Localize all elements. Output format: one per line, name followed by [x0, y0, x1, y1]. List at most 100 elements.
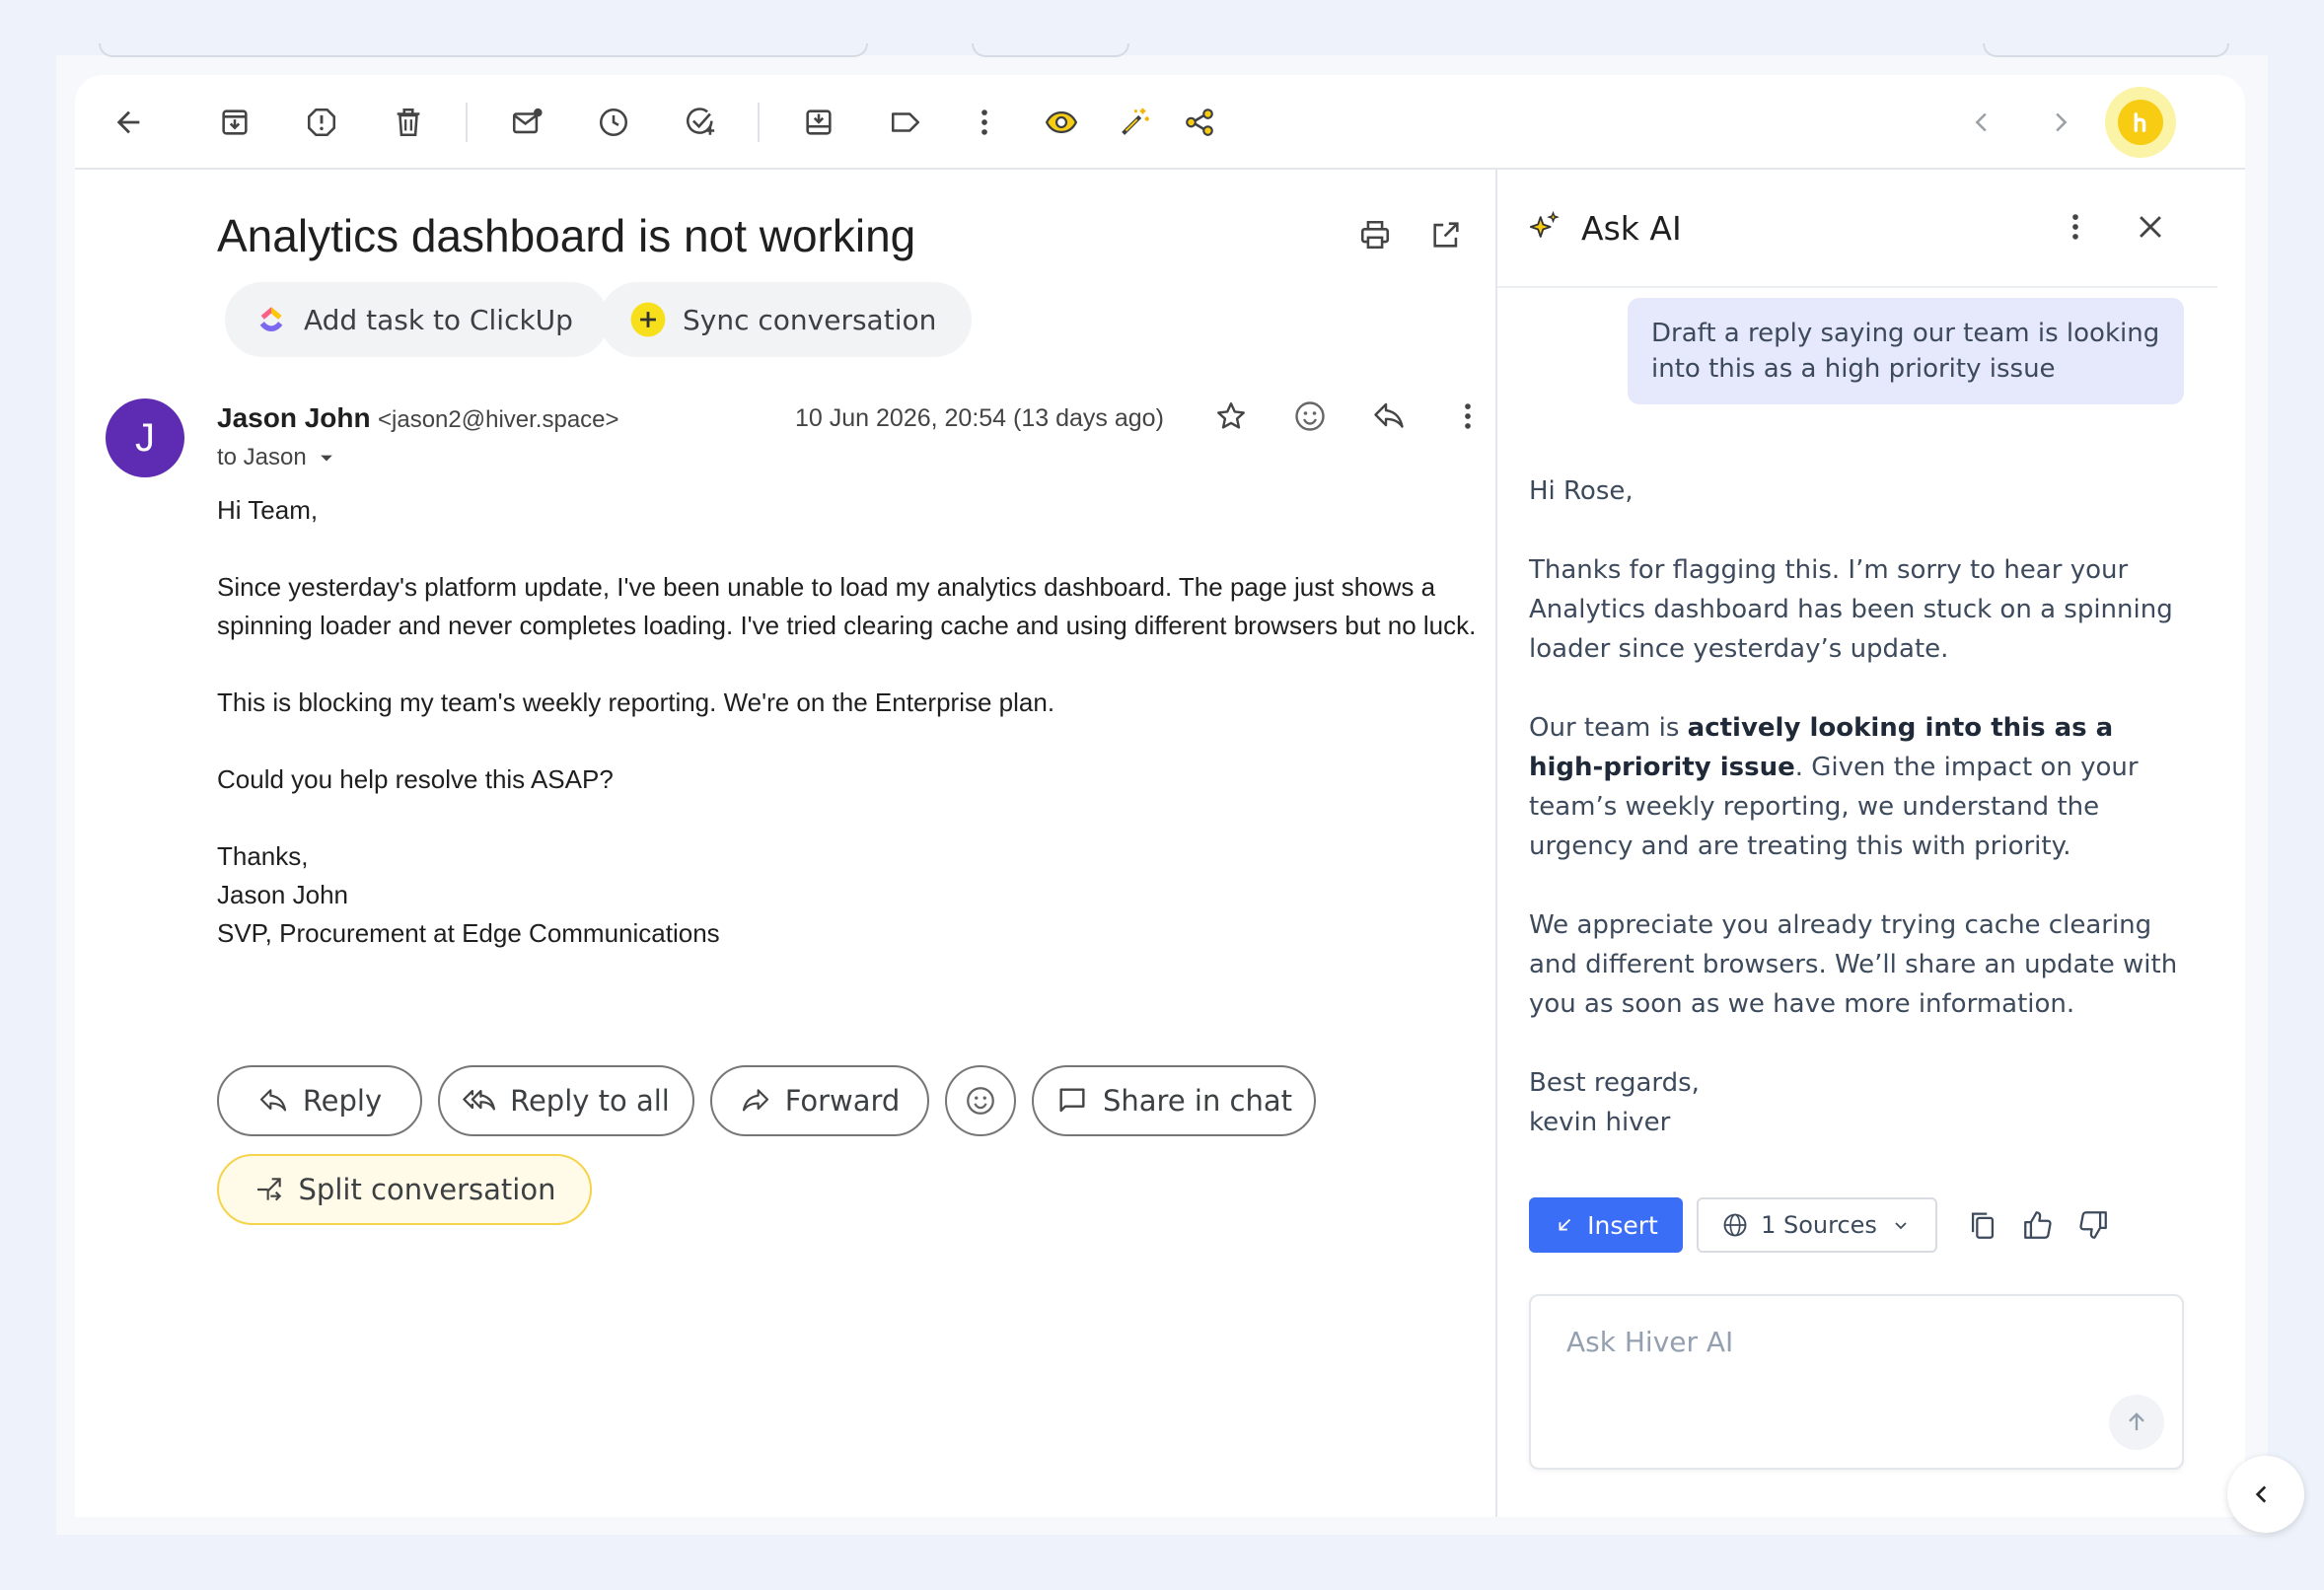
send-button[interactable]: [2109, 1395, 2164, 1450]
print-icon[interactable]: [1351, 211, 1399, 258]
ask-ai-input[interactable]: Ask Hiver AI: [1529, 1294, 2184, 1470]
sources-dropdown[interactable]: 1 Sources: [1697, 1197, 1937, 1253]
toolbar-edge: [972, 43, 1129, 57]
account-edge: [1983, 43, 2229, 57]
reply-button[interactable]: Reply: [217, 1065, 422, 1136]
chevron-down-icon: [1895, 1222, 1907, 1230]
chevron-left-icon: [2255, 1485, 2267, 1503]
user-prompt-bubble: Draft a reply saying our team is looking…: [1628, 298, 2184, 404]
sources-label: 1 Sources: [1761, 1211, 1877, 1239]
open-new-window-icon[interactable]: [1422, 211, 1470, 258]
toolbar-separator: [758, 103, 760, 142]
back-arrow-icon[interactable]: [105, 99, 152, 146]
email-date: 10 Jun 2026, 20:54 (13 days ago): [795, 404, 1164, 432]
reply-sign-name: kevin hiver: [1529, 1108, 1671, 1137]
signature-thanks: Thanks,: [217, 841, 309, 871]
snooze-icon[interactable]: [590, 99, 637, 146]
more-vert-icon[interactable]: [1444, 393, 1491, 440]
forward-icon: [742, 1089, 768, 1112]
thumbs-up-icon[interactable]: [2014, 1201, 2062, 1249]
sync-conversation-label: Sync conversation: [683, 303, 937, 336]
thumbs-down-icon[interactable]: [2070, 1201, 2117, 1249]
insert-arrow-icon: [1559, 1218, 1571, 1231]
insert-label: Insert: [1587, 1210, 1658, 1240]
reply-all-button[interactable]: Reply to all: [438, 1065, 694, 1136]
magic-wand-icon[interactable]: [1111, 99, 1158, 146]
reply-sign-off-text: Best regards,: [1529, 1068, 1700, 1098]
toolbar-separator: [466, 103, 468, 142]
reply-label: Reply: [302, 1084, 383, 1118]
chevron-down-icon: [320, 455, 332, 462]
ask-ai-title: Ask AI: [1581, 209, 1682, 248]
reply-greeting: Hi Rose,: [1529, 476, 1634, 506]
emoji-button[interactable]: [945, 1065, 1016, 1136]
share-icon[interactable]: [1176, 99, 1223, 146]
split-conversation-button[interactable]: Split conversation: [217, 1154, 592, 1225]
prev-icon[interactable]: [1959, 99, 2006, 146]
reply-all-icon: [463, 1089, 496, 1111]
eye-icon[interactable]: [1038, 99, 1085, 146]
toolbar: [75, 75, 2245, 170]
globe-icon: [1723, 1213, 1747, 1237]
next-icon[interactable]: [2036, 99, 2083, 146]
body-paragraph: Since yesterday's platform update, I've …: [217, 572, 1477, 640]
avatar[interactable]: J: [106, 398, 184, 477]
copy-icon[interactable]: [1959, 1201, 2006, 1249]
ask-ai-placeholder: Ask Hiver AI: [1566, 1326, 1734, 1358]
add-to-clickup-label: Add task to ClickUp: [304, 303, 573, 336]
sender-email: <jason2@hiver.space>: [378, 406, 619, 433]
delete-icon[interactable]: [385, 99, 432, 146]
emoji-icon: [967, 1087, 994, 1115]
insert-button[interactable]: Insert: [1529, 1197, 1683, 1253]
reply-paragraph: We appreciate you already trying cache c…: [1529, 910, 2178, 1019]
move-to-icon[interactable]: [795, 99, 842, 146]
reply-all-label: Reply to all: [510, 1084, 670, 1118]
reply-paragraph: Our team is actively looking into this a…: [1529, 708, 2180, 866]
signature-name: Jason John: [217, 880, 348, 909]
reply-icon: [259, 1089, 286, 1112]
label-icon[interactable]: [882, 99, 929, 146]
ai-header-divider: [1497, 286, 2217, 288]
split-icon: [256, 1178, 281, 1201]
sync-conversation-chip[interactable]: Sync conversation: [600, 282, 973, 357]
reply-sign-off: Best regards, kevin hiver: [1529, 1063, 2180, 1142]
arrow-up-icon: [2129, 1412, 2144, 1431]
add-task-icon[interactable]: [677, 99, 724, 146]
reply-text: Our team is: [1529, 713, 1688, 743]
close-icon[interactable]: [2127, 203, 2174, 251]
reply-paragraph: Thanks for flagging this. I’m sorry to h…: [1529, 555, 2173, 664]
mark-unread-icon[interactable]: [503, 99, 550, 146]
collapse-panel-button[interactable]: [2227, 1456, 2304, 1533]
email-body: Hi Team, Since yesterday's platform upda…: [217, 491, 1499, 953]
reply-icon[interactable]: [1365, 393, 1413, 440]
ai-draft-reply: Hi Rose, Thanks for flagging this. I’m s…: [1529, 471, 2180, 1142]
share-in-chat-label: Share in chat: [1102, 1084, 1293, 1118]
add-to-clickup-chip[interactable]: Add task to ClickUp: [225, 282, 609, 357]
forward-label: Forward: [784, 1084, 901, 1118]
body-paragraph: This is blocking my team's weekly report…: [217, 687, 1055, 717]
hiver-logo-icon: [2118, 100, 2163, 145]
search-bar-edge: [99, 43, 868, 57]
signature-title: SVP, Procurement at Edge Communications: [217, 918, 720, 948]
recipient-line[interactable]: to Jason: [217, 444, 340, 471]
emoji-react-icon[interactable]: [1286, 393, 1334, 440]
forward-button[interactable]: Forward: [710, 1065, 929, 1136]
sender-name: Jason John: [217, 402, 371, 433]
panel-divider: [1495, 170, 1497, 1517]
clickup-icon: [254, 303, 288, 336]
share-in-chat-button[interactable]: Share in chat: [1032, 1065, 1316, 1136]
body-paragraph: Could you help resolve this ASAP?: [217, 764, 614, 794]
star-icon[interactable]: [1207, 393, 1255, 440]
hiver-logo[interactable]: [2105, 87, 2176, 158]
plus-icon: [629, 301, 667, 338]
split-conversation-label: Split conversation: [298, 1173, 556, 1206]
more-vert-icon[interactable]: [961, 99, 1008, 146]
body-greeting: Hi Team,: [217, 495, 319, 525]
recipient-label: to Jason: [217, 444, 307, 470]
sparkle-icon: [1521, 203, 1568, 251]
archive-icon[interactable]: [211, 99, 258, 146]
more-vert-icon[interactable]: [2052, 203, 2099, 251]
report-spam-icon[interactable]: [298, 99, 345, 146]
chat-icon: [1059, 1088, 1085, 1113]
email-card: Analytics dashboard is not working Add t…: [75, 75, 2245, 1517]
